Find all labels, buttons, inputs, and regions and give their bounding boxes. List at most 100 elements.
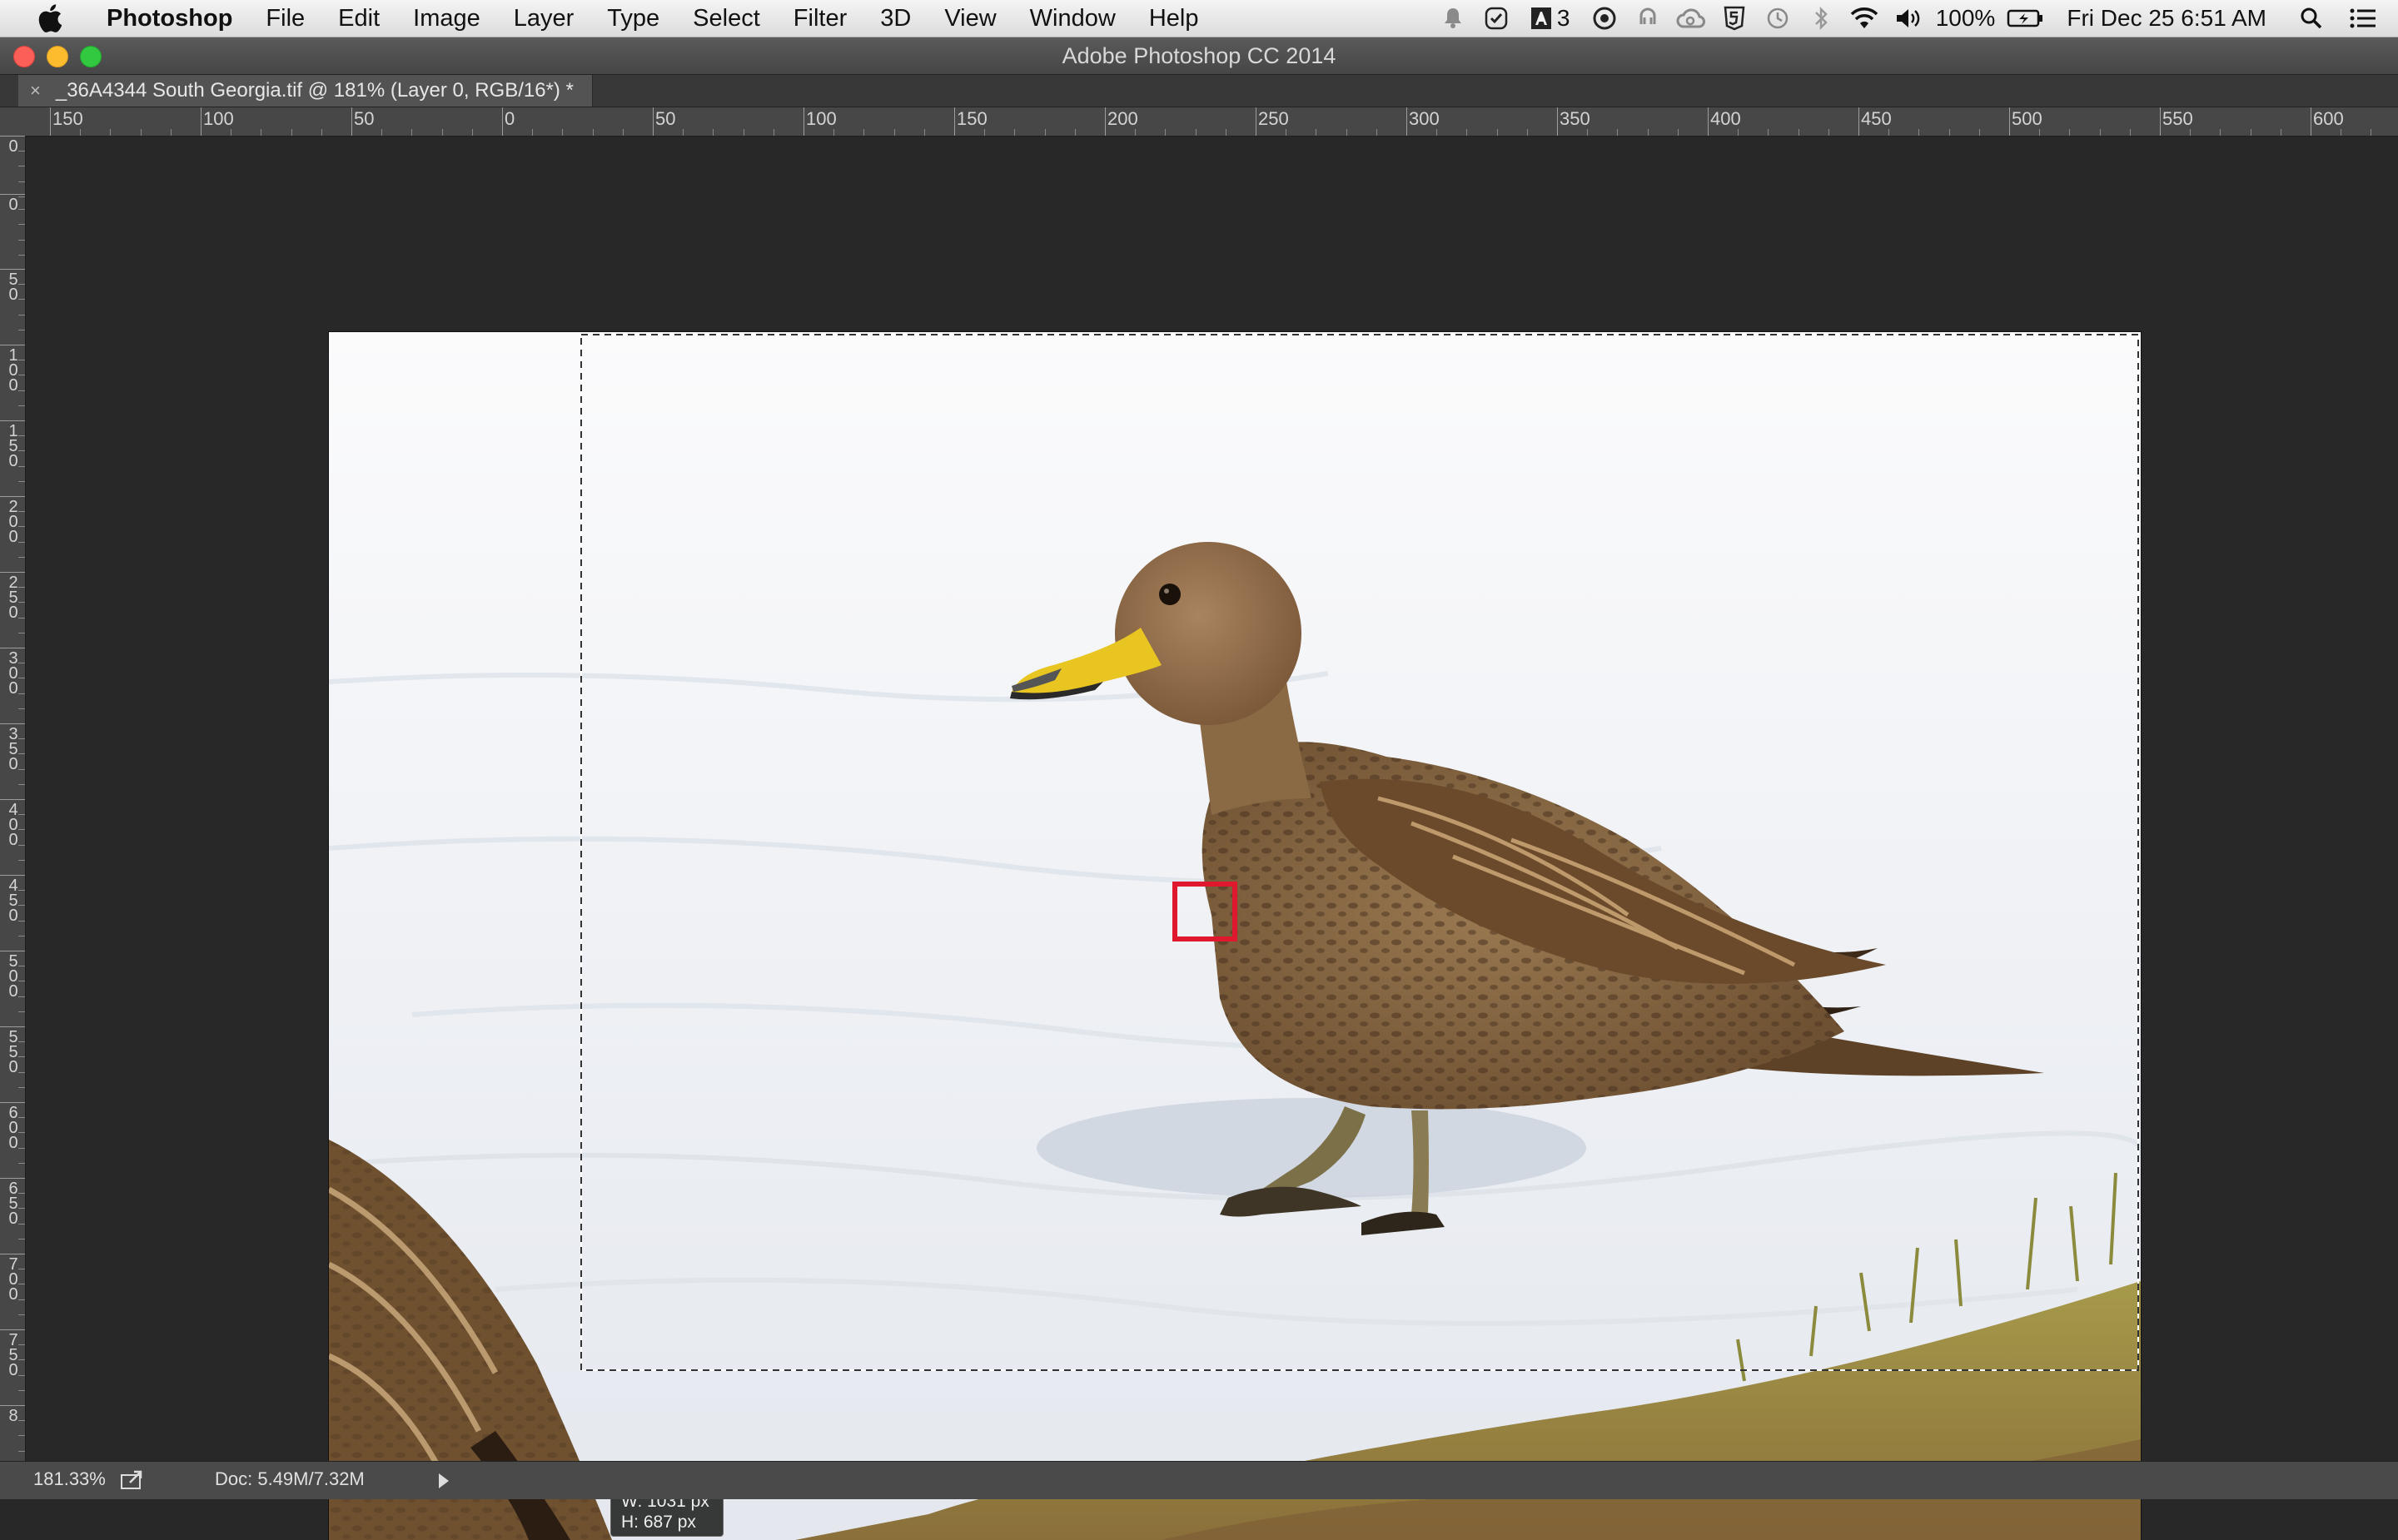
marquee-selection[interactable]: [580, 334, 2139, 1371]
ruler-v-minor-tick: [18, 556, 25, 558]
ruler-v-minor-tick: [18, 859, 25, 861]
ruler-v-major-tick: [0, 194, 25, 195]
checkmark-badge-icon[interactable]: [1478, 0, 1515, 37]
ruler-v-minor-tick: [18, 526, 25, 528]
ruler-v-label: 550: [8, 1028, 18, 1076]
stop-icon[interactable]: [1586, 0, 1623, 37]
volume-icon[interactable]: [1889, 0, 1926, 37]
selection-height: H: 687 px: [621, 1513, 696, 1532]
bluetooth-icon[interactable]: [1803, 0, 1839, 37]
zoom-level-field[interactable]: 181.33%: [33, 1468, 106, 1490]
ruler-h-label: 300: [1409, 108, 1440, 129]
ruler-h-label: 500: [2012, 108, 2042, 129]
ruler-v-minor-tick: [18, 1086, 25, 1088]
menu-file[interactable]: File: [249, 5, 321, 32]
ruler-h-minor-tick: [1195, 129, 1197, 136]
ruler-h-minor-tick: [2069, 129, 2071, 136]
tab-close-icon[interactable]: ×: [30, 80, 41, 102]
creative-cloud-icon[interactable]: [1673, 0, 1709, 37]
menu-help[interactable]: Help: [1132, 5, 1216, 32]
menu-3d[interactable]: 3D: [863, 5, 928, 32]
ruler-v-minor-tick: [18, 783, 25, 785]
cloud-icon[interactable]: [1629, 0, 1666, 37]
vertical-ruler[interactable]: 0 0 50 100 150 200 250 300 350 400 450 500 550 600 650…: [0, 136, 26, 1461]
ruler-h-minor-tick: [2129, 129, 2131, 136]
ruler-h-minor-tick: [110, 129, 112, 136]
window-title-bar[interactable]: Adobe Photoshop CC 2014: [0, 37, 2398, 75]
menu-image[interactable]: Image: [396, 5, 497, 32]
ruler-h-minor-tick: [1346, 129, 1347, 136]
wifi-icon[interactable]: [1846, 0, 1883, 37]
font-badge-count: 3: [1556, 5, 1570, 31]
menu-view[interactable]: View: [928, 5, 1012, 32]
notification-bell-icon[interactable]: [1435, 0, 1471, 37]
ruler-v-label: 300: [8, 649, 18, 698]
ruler-v-label: 8: [8, 1407, 18, 1425]
time-machine-icon[interactable]: [1759, 0, 1796, 37]
ruler-h-minor-tick: [923, 129, 925, 136]
ruler-h-minor-tick: [1496, 129, 1498, 136]
menu-window[interactable]: Window: [1013, 5, 1132, 32]
ruler-v-major-tick: [0, 136, 25, 137]
ruler-h-major-tick: [1557, 107, 1558, 136]
menu-layer[interactable]: Layer: [497, 5, 591, 32]
ruler-v-minor-tick: [18, 738, 25, 740]
ruler-v-minor-tick: [18, 405, 25, 406]
ruler-h-label: 400: [1710, 108, 1741, 129]
ruler-h-minor-tick: [532, 129, 534, 136]
ruler-h-minor-tick: [1044, 129, 1046, 136]
ruler-v-minor-tick: [18, 814, 25, 816]
menu-select[interactable]: Select: [676, 5, 777, 32]
clock[interactable]: Fri Dec 25 6:51 AM: [2060, 5, 2273, 32]
ruler-v-minor-tick: [18, 1359, 25, 1361]
ruler-h-minor-tick: [1918, 129, 1920, 136]
ruler-h-minor-tick: [713, 129, 714, 136]
ruler-v-minor-tick: [18, 996, 25, 997]
ruler-v-minor-tick: [18, 1147, 25, 1149]
ruler-h-major-tick: [50, 107, 51, 136]
ruler-h-minor-tick: [381, 129, 383, 136]
ruler-h-major-tick: [2160, 107, 2161, 136]
document-tab[interactable]: × _36A4344 South Georgia.tif @ 181% (Lay…: [18, 75, 593, 107]
ruler-v-minor-tick: [18, 844, 25, 846]
ruler-v-label: 100: [8, 346, 18, 395]
ruler-corner[interactable]: [0, 107, 25, 136]
canvas-area[interactable]: W: 1031 px H: 687 px: [26, 137, 2398, 1540]
ruler-v-minor-tick: [18, 1314, 25, 1315]
ruler-v-label: 50: [8, 271, 18, 304]
ruler-v-major-tick: [0, 723, 25, 724]
s-badge-icon[interactable]: [1716, 0, 1753, 37]
status-menu-arrow-icon[interactable]: [436, 1472, 451, 1490]
ruler-v-label: 750: [8, 1331, 18, 1379]
ruler-h-minor-tick: [1587, 129, 1589, 136]
ruler-v-label: 450: [8, 877, 18, 925]
ruler-h-minor-tick: [411, 129, 413, 136]
ruler-h-minor-tick: [863, 129, 865, 136]
horizontal-ruler[interactable]: 150 100 50 0 50 100 150 200 250 300 350 400 450 500 55…: [25, 107, 2398, 137]
document-size-info[interactable]: Doc: 5.49M/7.32M: [215, 1468, 365, 1490]
ruler-v-major-tick: [0, 1102, 25, 1103]
notification-center-icon[interactable]: [2345, 0, 2381, 37]
ruler-v-label: 700: [8, 1255, 18, 1304]
share-export-icon[interactable]: [120, 1469, 145, 1491]
ruler-h-minor-tick: [291, 129, 292, 136]
apple-icon[interactable]: [33, 2, 67, 35]
ruler-h-minor-tick: [1014, 129, 1016, 136]
ruler-v-minor-tick: [18, 1071, 25, 1073]
ruler-v-minor-tick: [18, 254, 25, 256]
menu-type[interactable]: Type: [590, 5, 676, 32]
ruler-h-label: 100: [203, 108, 234, 129]
ruler-h-minor-tick: [1436, 129, 1438, 136]
ruler-h-major-tick: [803, 107, 804, 136]
battery-icon[interactable]: [2005, 0, 2045, 37]
menu-edit[interactable]: Edit: [321, 5, 396, 32]
menu-app-photoshop[interactable]: Photoshop: [92, 5, 249, 32]
ruler-v-minor-tick: [18, 1299, 25, 1300]
menu-filter[interactable]: Filter: [777, 5, 863, 32]
ruler-v-label: 500: [8, 952, 18, 1001]
ruler-h-major-tick: [1858, 107, 1859, 136]
spotlight-search-icon[interactable]: [2293, 0, 2330, 37]
ruler-v-major-tick: [0, 1405, 25, 1406]
ruler-h-minor-tick: [441, 129, 443, 136]
adobe-fonts-icon[interactable]: 3: [1521, 0, 1580, 37]
